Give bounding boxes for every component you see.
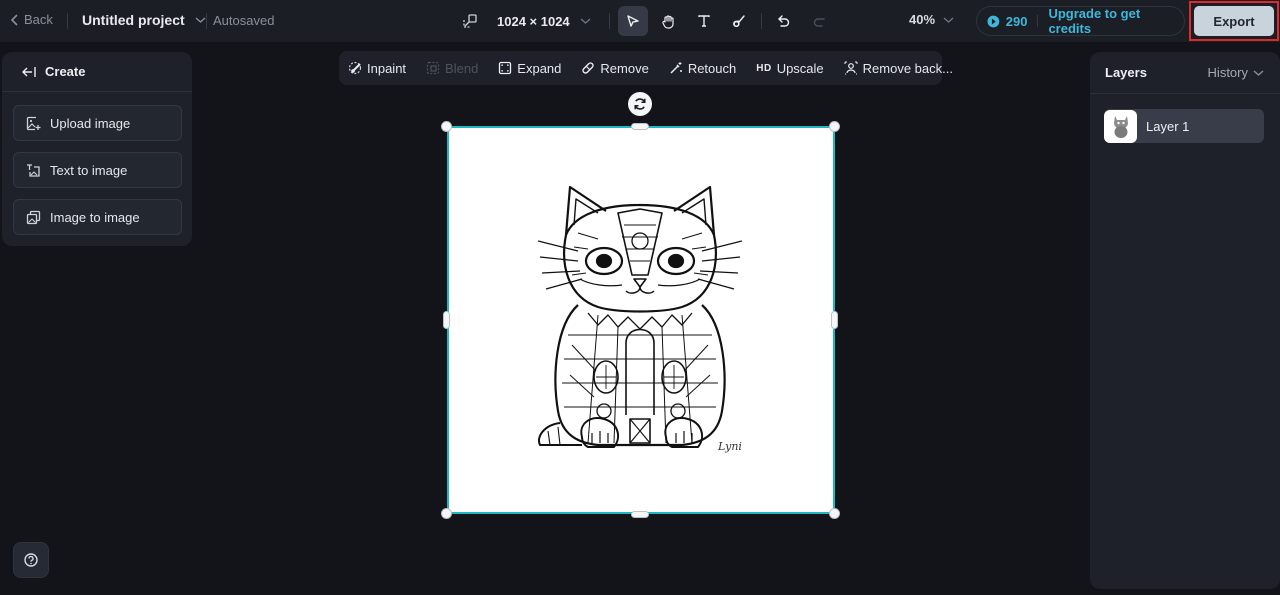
resize-handle-bottom-right[interactable] — [829, 508, 840, 519]
blend-button[interactable]: Blend — [426, 61, 478, 76]
remove-button[interactable]: Remove — [581, 60, 649, 76]
expand-icon — [499, 61, 512, 75]
history-label: History — [1207, 65, 1248, 80]
layers-panel: Layers History Layer 1 — [1090, 52, 1280, 589]
divider — [761, 13, 762, 29]
canvas-size-label: 1024 × 1024 — [497, 13, 570, 29]
layers-panel-header: Layers History — [1090, 52, 1280, 94]
upscale-button[interactable]: HD Upscale — [756, 61, 823, 76]
credits-coin-icon — [987, 15, 1000, 27]
create-panel-collapse[interactable]: Create — [2, 52, 192, 92]
brush-icon — [733, 15, 745, 27]
canvas-size-dropdown[interactable]: 1024 × 1024 — [462, 8, 591, 34]
project-title-dropdown[interactable]: Untitled project — [82, 12, 206, 28]
undo-button[interactable] — [769, 6, 799, 36]
upload-image-label: Upload image — [50, 115, 131, 131]
project-title: Untitled project — [82, 12, 185, 28]
resize-handle-bottom[interactable] — [631, 511, 649, 518]
inpaint-label: Inpaint — [367, 60, 407, 76]
artist-signature: Lyni — [718, 440, 742, 453]
zoom-level-dropdown[interactable]: 40% — [909, 12, 954, 27]
upgrade-link[interactable]: Upgrade to get credits — [1048, 6, 1184, 36]
back-button[interactable]: Back — [10, 12, 53, 27]
chevron-down-icon — [943, 16, 954, 23]
resize-handle-top-left[interactable] — [441, 121, 452, 132]
divider — [67, 13, 68, 29]
divider — [609, 13, 610, 29]
text-to-image-icon — [27, 163, 40, 177]
create-panel: Create Upload image Text to image Image … — [2, 52, 192, 246]
collapse-left-icon — [22, 66, 36, 77]
credits-badge: 290 Upgrade to get credits — [976, 6, 1185, 36]
resize-canvas-icon — [463, 14, 477, 28]
redo-button[interactable] — [804, 6, 834, 36]
text-to-image-label: Text to image — [50, 162, 128, 178]
layer-thumbnail — [1104, 109, 1137, 143]
remove-background-label: Remove back... — [862, 60, 953, 76]
inpaint-button[interactable]: Inpaint — [348, 61, 406, 76]
layer-name: Layer 1 — [1146, 118, 1190, 134]
retouch-wand-icon — [670, 62, 682, 74]
eraser-icon — [582, 62, 595, 74]
cat-line-art-image — [538, 185, 742, 448]
help-icon — [24, 553, 38, 567]
resize-handle-top[interactable] — [631, 123, 649, 130]
remove-background-icon — [844, 61, 858, 75]
image-to-image-label: Image to image — [50, 209, 140, 225]
credits-count: 290 — [1005, 13, 1028, 29]
text-to-image-button[interactable]: Text to image — [13, 152, 182, 188]
chevron-down-icon — [1253, 69, 1264, 76]
image-to-image-button[interactable]: Image to image — [13, 199, 182, 235]
text-tool-button[interactable] — [689, 6, 719, 36]
brush-tool-button[interactable] — [724, 6, 754, 36]
layer-item[interactable]: Layer 1 — [1104, 109, 1264, 143]
upscale-label: Upscale — [776, 60, 824, 76]
upload-image-icon — [26, 116, 41, 130]
cat-thumbnail-icon — [1113, 116, 1128, 138]
remove-label: Remove — [600, 60, 649, 76]
pointer-icon — [627, 15, 639, 27]
chevron-down-icon — [580, 18, 591, 24]
resize-handle-right[interactable] — [831, 311, 838, 329]
expand-label: Expand — [517, 60, 562, 76]
select-tool-button[interactable] — [618, 6, 648, 36]
create-panel-title: Create — [45, 64, 86, 79]
history-dropdown[interactable]: History — [1208, 65, 1264, 80]
blend-icon — [426, 61, 440, 75]
text-icon — [698, 15, 710, 27]
resize-handle-bottom-left[interactable] — [441, 508, 452, 519]
undo-icon — [778, 15, 790, 27]
rotate-icon — [634, 98, 646, 110]
upload-image-button[interactable]: Upload image — [13, 105, 182, 141]
pan-tool-button[interactable] — [653, 6, 683, 36]
layers-tab[interactable]: Layers — [1105, 65, 1147, 80]
resize-handle-left[interactable] — [443, 311, 450, 329]
export-button[interactable]: Export — [1194, 6, 1274, 36]
export-highlight: Export — [1189, 1, 1279, 41]
top-bar: Back Untitled project Autosaved 1024 × 1… — [0, 0, 1280, 42]
divider — [1037, 15, 1039, 27]
expand-button[interactable]: Expand — [498, 61, 561, 76]
zoom-level: 40% — [909, 12, 936, 27]
save-status: Autosaved — [213, 13, 275, 28]
resize-handle-top-right[interactable] — [829, 121, 840, 132]
blend-label: Blend — [445, 60, 479, 76]
retouch-button[interactable]: Retouch — [669, 61, 736, 76]
back-label: Back — [24, 12, 53, 27]
chevron-down-icon — [195, 17, 206, 23]
remove-background-button[interactable]: Remove back... — [844, 61, 953, 76]
edit-toolbar: Inpaint Blend Expand Remove Retouch HD U… — [339, 51, 953, 85]
redo-icon — [813, 18, 825, 27]
image-to-image-icon — [26, 210, 41, 224]
chevron-left-icon — [10, 13, 18, 26]
help-button[interactable] — [13, 542, 49, 578]
divider — [206, 13, 207, 29]
rotate-handle[interactable] — [628, 92, 652, 116]
retouch-label: Retouch — [687, 60, 737, 76]
inpaint-icon — [348, 61, 362, 75]
hd-icon: HD — [756, 62, 772, 74]
hand-icon — [661, 14, 674, 29]
